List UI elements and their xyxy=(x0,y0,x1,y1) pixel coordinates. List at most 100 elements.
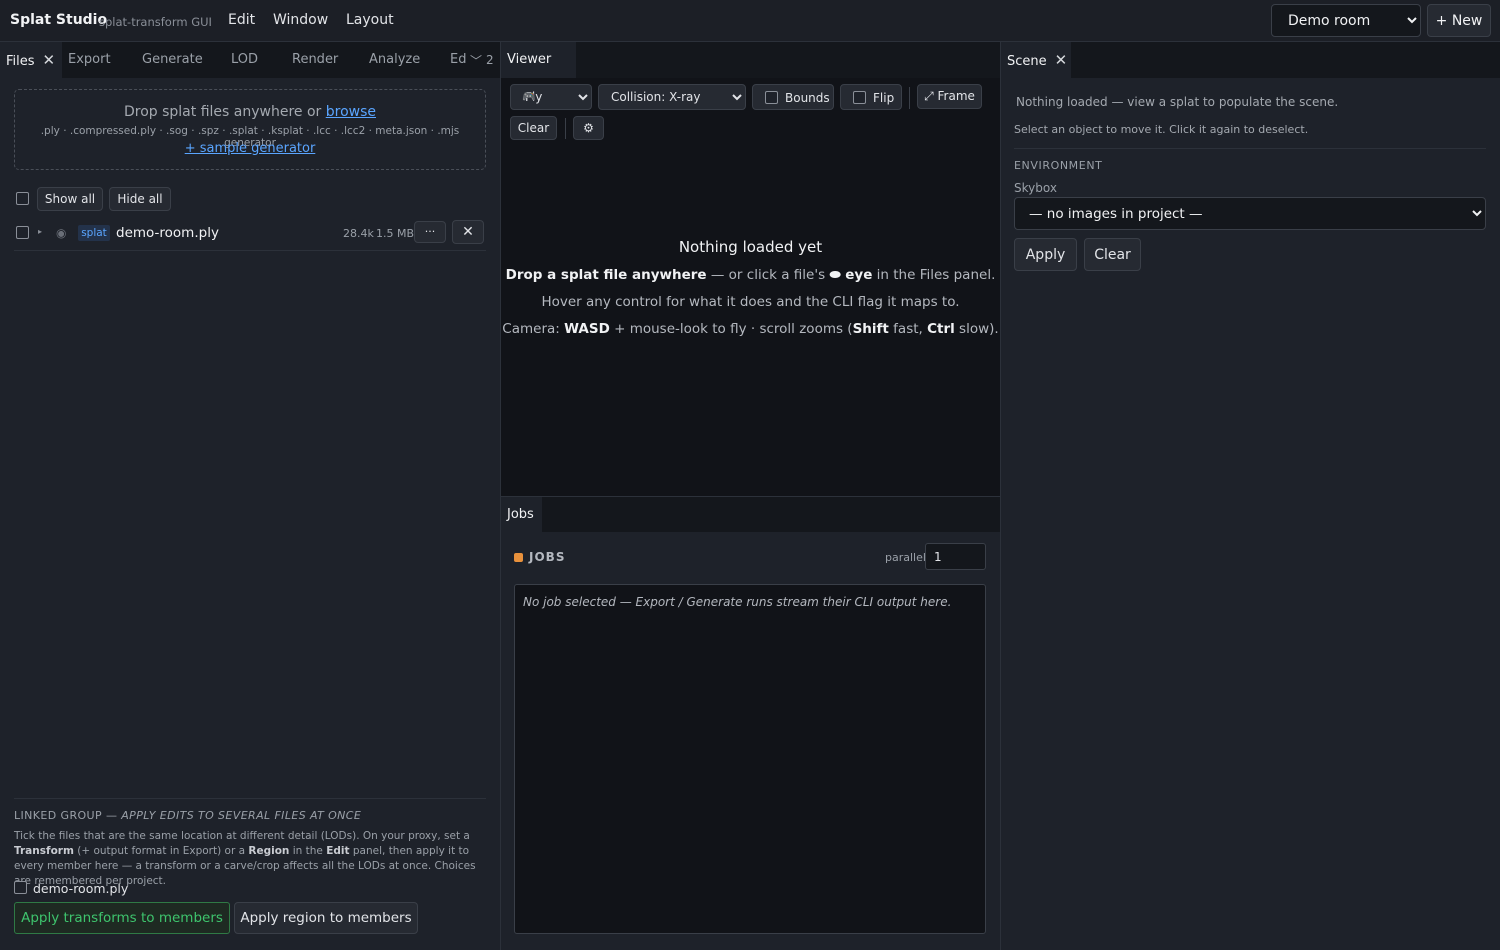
line-part: in the Files panel. xyxy=(872,267,996,283)
apply-skybox-button[interactable]: Apply xyxy=(1014,238,1077,271)
ctrl-bold: Ctrl xyxy=(927,321,955,337)
file-size: 1.5 MB xyxy=(376,227,415,240)
collision-select[interactable]: Collision: X-ray xyxy=(598,84,746,110)
desc-part: (+ output format in Export) or a xyxy=(73,845,249,857)
app-title: Splat Studio xyxy=(10,12,108,28)
viewer-canvas[interactable] xyxy=(501,78,1000,496)
shift-bold: Shift xyxy=(852,321,889,337)
parallel-input[interactable] xyxy=(925,543,986,570)
linked-group-heading: LINKED GROUP — APPLY EDITS TO SEVERAL FI… xyxy=(14,809,361,822)
apply-transforms-button[interactable]: Apply transforms to members xyxy=(14,902,230,934)
desc-bold-region: Region xyxy=(248,845,290,857)
toolbar-separator xyxy=(909,87,910,109)
scene-tab-bar: Scene ✕ xyxy=(1001,42,1500,78)
top-bar: Splat Studio splat-transform GUI Edit Wi… xyxy=(0,0,1500,42)
menu-window[interactable]: Window xyxy=(273,12,328,28)
jobs-tab-bar: Jobs xyxy=(501,497,1000,533)
job-log-empty-text: No job selected — Export / Generate runs… xyxy=(523,595,952,609)
left-tab-bar: Files ✕ Export Generate LOD Render Analyz… xyxy=(0,42,500,78)
hide-all-button[interactable]: Hide all xyxy=(109,187,171,211)
environment-heading: ENVIRONMENT xyxy=(1014,159,1103,172)
select-all-checkbox[interactable] xyxy=(16,192,29,205)
frame-button[interactable]: ⤢ Frame xyxy=(917,84,982,109)
bounds-toggle[interactable]: Bounds xyxy=(752,84,834,110)
eye-bold: eye xyxy=(845,267,873,283)
gamepad-icon: 🎮 xyxy=(522,90,536,103)
line-part: fast, xyxy=(888,321,928,337)
jobs-heading: JOBS xyxy=(529,550,566,564)
file-type-badge: splat xyxy=(78,225,110,241)
flip-checkbox[interactable] xyxy=(853,91,866,104)
tab-analyze[interactable]: Analyze xyxy=(363,42,426,78)
desc-bold-edit: Edit xyxy=(326,845,350,857)
drop-prompt: Drop splat files anywhere or browse xyxy=(15,104,485,120)
tab-lod[interactable]: LOD xyxy=(225,42,264,78)
line-part: — or click a file's xyxy=(706,267,830,283)
drop-text: Drop splat files anywhere or xyxy=(123,104,326,120)
file-remove-button[interactable]: ✕ xyxy=(452,220,484,244)
viewer-empty-line-1: Drop a splat file anywhere — or click a … xyxy=(501,267,1000,283)
tab-render[interactable]: Render xyxy=(286,42,344,78)
expand-caret-icon[interactable]: ▸ xyxy=(38,227,42,236)
desc-bold-transform: Transform xyxy=(14,845,74,857)
menu-layout[interactable]: Layout xyxy=(346,12,394,28)
apply-region-button[interactable]: Apply region to members xyxy=(234,902,418,934)
wasd-bold: WASD xyxy=(564,321,610,337)
divider xyxy=(14,798,486,799)
toolbar-separator xyxy=(565,118,566,139)
linked-heading-prefix: LINKED GROUP — xyxy=(14,809,122,822)
app-subtitle: splat-transform GUI xyxy=(99,15,212,29)
line-part: + mouse-look to fly · scroll zooms ( xyxy=(609,321,853,337)
show-all-button[interactable]: Show all xyxy=(37,187,103,211)
sample-generator-link[interactable]: + sample generator xyxy=(15,141,485,156)
drop-anywhere-bold: Drop a splat file anywhere xyxy=(505,267,707,283)
tab-generate[interactable]: Generate xyxy=(136,42,209,78)
line-part: slow). xyxy=(954,321,999,337)
tab-export[interactable]: Export xyxy=(62,42,117,78)
desc-part: Tick the files that are the same locatio… xyxy=(14,830,470,842)
viewer-empty-title: Nothing loaded yet xyxy=(678,238,823,256)
member-name: demo-room.ply xyxy=(33,881,129,896)
file-checkbox[interactable] xyxy=(16,226,29,239)
tab-files-label: Files xyxy=(6,54,35,69)
menu-edit[interactable]: Edit xyxy=(228,12,255,28)
viewer-empty-line-3: Camera: WASD + mouse-look to fly · scrol… xyxy=(501,321,1000,337)
eye-icon[interactable]: ◉ xyxy=(56,226,66,240)
project-select[interactable]: Demo room xyxy=(1271,4,1421,37)
new-project-button[interactable]: + New xyxy=(1427,4,1491,37)
tab-jobs[interactable]: Jobs xyxy=(501,497,542,533)
scene-empty-message: Nothing loaded — view a splat to populat… xyxy=(1016,95,1339,109)
skybox-select[interactable]: — no images in project — xyxy=(1014,197,1486,230)
desc-part: in the xyxy=(289,845,327,857)
panel-divider[interactable] xyxy=(1000,42,1001,950)
chevron-down-icon[interactable]: ﹀ xyxy=(470,52,482,69)
job-output-log[interactable]: No job selected — Export / Generate runs… xyxy=(514,584,986,934)
close-icon[interactable]: ✕ xyxy=(1055,51,1068,69)
divider xyxy=(1014,148,1486,149)
flip-toggle[interactable]: Flip xyxy=(840,84,902,110)
clear-viewer-button[interactable]: Clear xyxy=(510,116,557,140)
line-part: Camera: xyxy=(502,321,565,337)
tab-edit-truncated[interactable]: Ed xyxy=(444,42,472,78)
browse-link[interactable]: browse xyxy=(326,104,376,120)
close-icon[interactable]: ✕ xyxy=(43,51,56,69)
drop-zone[interactable]: Drop splat files anywhere or browse .ply… xyxy=(14,89,486,170)
viewer-empty-line-2: Hover any control for what it does and t… xyxy=(541,294,960,310)
tab-scene[interactable]: Scene ✕ xyxy=(1001,42,1071,78)
clear-skybox-button[interactable]: Clear xyxy=(1084,238,1141,271)
tab-viewer-3d[interactable]: Viewer 3D xyxy=(501,42,576,103)
bounds-checkbox[interactable] xyxy=(765,91,778,104)
linked-heading-em: APPLY EDITS TO SEVERAL FILES AT ONCE xyxy=(121,809,362,822)
file-name: demo-room.ply xyxy=(116,225,219,241)
tab-files[interactable]: Files ✕ xyxy=(0,42,62,78)
flip-label: Flip xyxy=(873,91,895,105)
parallel-label: parallel xyxy=(885,551,926,564)
divider xyxy=(14,250,486,251)
settings-gear-icon[interactable]: ⚙ xyxy=(573,116,604,140)
viewer-tab-bar: Viewer 3D xyxy=(501,42,1000,103)
bounds-label: Bounds xyxy=(785,91,830,105)
eye-icon: ⬬ xyxy=(829,267,846,283)
file-more-button[interactable]: ··· xyxy=(414,221,446,243)
member-checkbox[interactable] xyxy=(14,881,27,894)
linked-group-description: Tick the files that are the same locatio… xyxy=(14,829,490,889)
